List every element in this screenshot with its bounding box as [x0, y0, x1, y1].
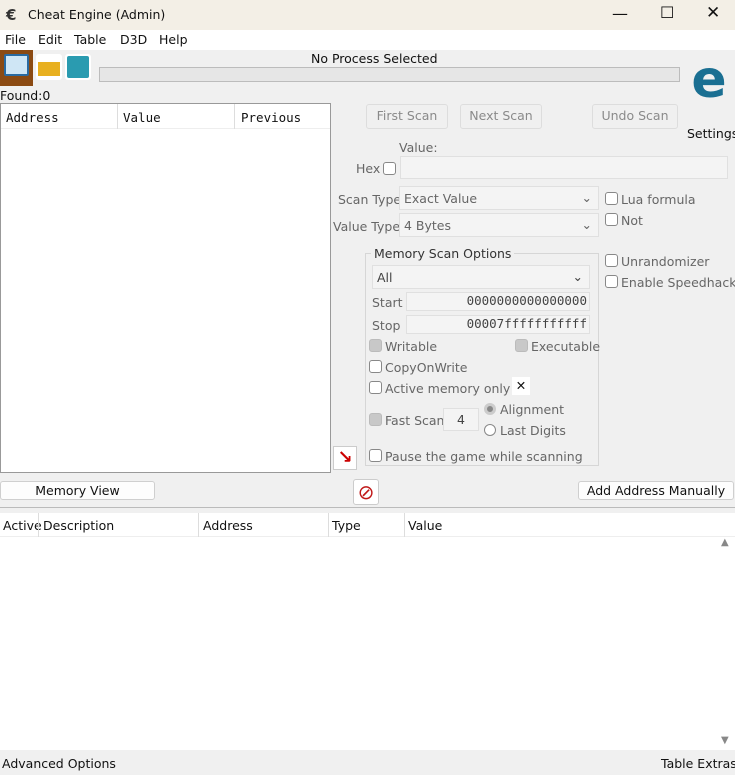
vertical-scrollbar[interactable]: ▲ ▼	[718, 537, 735, 750]
value-input[interactable]	[400, 156, 728, 179]
unrandomizer-label: Unrandomizer	[621, 254, 710, 269]
column-address[interactable]: Address	[6, 110, 59, 125]
minimize-button[interactable]: —	[612, 4, 628, 23]
fast-scan-input[interactable]: 4	[443, 408, 479, 431]
chevron-down-icon: ⌄	[581, 190, 592, 205]
progress-bar	[99, 67, 680, 82]
region-select[interactable]: All ⌄	[372, 265, 590, 289]
splitter-handle[interactable]	[0, 507, 735, 512]
memory-scan-options-title: Memory Scan Options	[371, 246, 515, 261]
column-value[interactable]: Value	[123, 110, 161, 125]
lua-formula-label: Lua formula	[621, 192, 696, 207]
menu-edit[interactable]: Edit	[38, 32, 62, 47]
column-type[interactable]: Type	[332, 518, 361, 533]
alignment-label: Alignment	[500, 402, 565, 417]
hex-label: Hex	[356, 161, 381, 176]
address-table[interactable]: Active Description Address Type Value ▲ …	[0, 513, 735, 750]
menu-table[interactable]: Table	[74, 32, 106, 47]
pause-game-checkbox[interactable]	[369, 449, 382, 462]
menu-d3d[interactable]: D3D	[120, 32, 147, 47]
close-button[interactable]: ✕	[706, 3, 720, 23]
first-scan-button[interactable]: First Scan	[366, 104, 448, 129]
chevron-down-icon: ⌄	[572, 269, 583, 284]
last-digits-radio[interactable]	[484, 424, 496, 436]
scroll-up-icon[interactable]: ▲	[721, 537, 729, 548]
column-previous[interactable]: Previous	[241, 110, 301, 125]
alignment-radio[interactable]	[484, 403, 496, 415]
chevron-down-icon: ⌄	[581, 217, 592, 232]
value-type-label: Value Type	[333, 219, 401, 234]
speedhack-checkbox[interactable]	[605, 275, 618, 288]
column-value[interactable]: Value	[408, 518, 442, 533]
scan-type-select[interactable]: Exact Value ⌄	[399, 186, 599, 210]
value-type-select[interactable]: 4 Bytes ⌄	[399, 213, 599, 237]
value-label: Value:	[399, 140, 438, 155]
column-active[interactable]: Active	[3, 518, 42, 533]
active-memory-label: Active memory only	[385, 381, 511, 396]
maximize-button[interactable]: ☐	[660, 3, 674, 22]
results-list[interactable]: Address Value Previous	[0, 103, 331, 473]
add-address-manually-button[interactable]: Add Address Manually	[578, 481, 734, 500]
scan-type-label: Scan Type	[338, 192, 402, 207]
prohibited-icon: ⊘	[357, 480, 375, 504]
active-memory-checkbox[interactable]	[369, 381, 382, 394]
last-digits-label: Last Digits	[500, 423, 566, 438]
column-description[interactable]: Description	[43, 518, 114, 533]
stop-label: Stop	[372, 318, 401, 333]
next-scan-button[interactable]: Next Scan	[460, 104, 542, 129]
not-label: Not	[621, 213, 643, 228]
arrow-down-right-icon: ↘	[337, 447, 353, 468]
floppy-icon	[67, 56, 89, 78]
undo-scan-button[interactable]: Undo Scan	[592, 104, 678, 129]
select-process-button[interactable]	[0, 50, 33, 86]
found-count: Found:0	[0, 88, 51, 103]
settings-logo-icon[interactable]: e	[686, 50, 732, 112]
close-icon[interactable]: ✕	[512, 377, 530, 395]
executable-checkbox[interactable]	[515, 339, 528, 352]
open-file-button[interactable]	[36, 54, 62, 80]
copyonwrite-label: CopyOnWrite	[385, 360, 468, 375]
scroll-down-icon[interactable]: ▼	[721, 735, 729, 746]
settings-button[interactable]: Settings	[687, 126, 735, 141]
speedhack-label: Enable Speedhack	[621, 275, 735, 290]
pause-game-label: Pause the game while scanning	[385, 449, 583, 464]
stop-input[interactable]: 00007fffffffffff	[406, 315, 590, 334]
save-file-button[interactable]	[65, 54, 91, 80]
fast-scan-checkbox[interactable]	[369, 413, 382, 426]
writable-checkbox[interactable]	[369, 339, 382, 352]
menu-file[interactable]: File	[5, 32, 26, 47]
app-logo-icon: €	[6, 6, 17, 24]
stop-scan-button[interactable]: ⊘	[353, 479, 379, 505]
writable-label: Writable	[385, 339, 438, 354]
menu-help[interactable]: Help	[159, 32, 188, 47]
add-to-list-arrow-button[interactable]: ↘	[333, 446, 357, 470]
memory-view-button[interactable]: Memory View	[0, 481, 155, 500]
lua-formula-checkbox[interactable]	[605, 192, 618, 205]
copyonwrite-checkbox[interactable]	[369, 360, 382, 373]
fast-scan-label: Fast Scan	[385, 413, 445, 428]
advanced-options-button[interactable]: Advanced Options	[2, 756, 116, 771]
not-checkbox[interactable]	[605, 213, 618, 226]
executable-label: Executable	[531, 339, 601, 354]
title-bar: € Cheat Engine (Admin) — ☐ ✕	[0, 0, 735, 30]
hex-checkbox[interactable]	[383, 162, 396, 175]
column-address[interactable]: Address	[203, 518, 253, 533]
menu-bar: File Edit Table D3D Help	[0, 30, 735, 50]
folder-icon	[38, 62, 60, 76]
unrandomizer-checkbox[interactable]	[605, 254, 618, 267]
window-title: Cheat Engine (Admin)	[28, 7, 166, 22]
process-label: No Process Selected	[311, 51, 438, 66]
monitor-search-icon	[4, 54, 29, 76]
start-label: Start	[372, 295, 403, 310]
start-input[interactable]: 0000000000000000	[406, 292, 590, 311]
table-extras-button[interactable]: Table Extras	[661, 756, 735, 771]
